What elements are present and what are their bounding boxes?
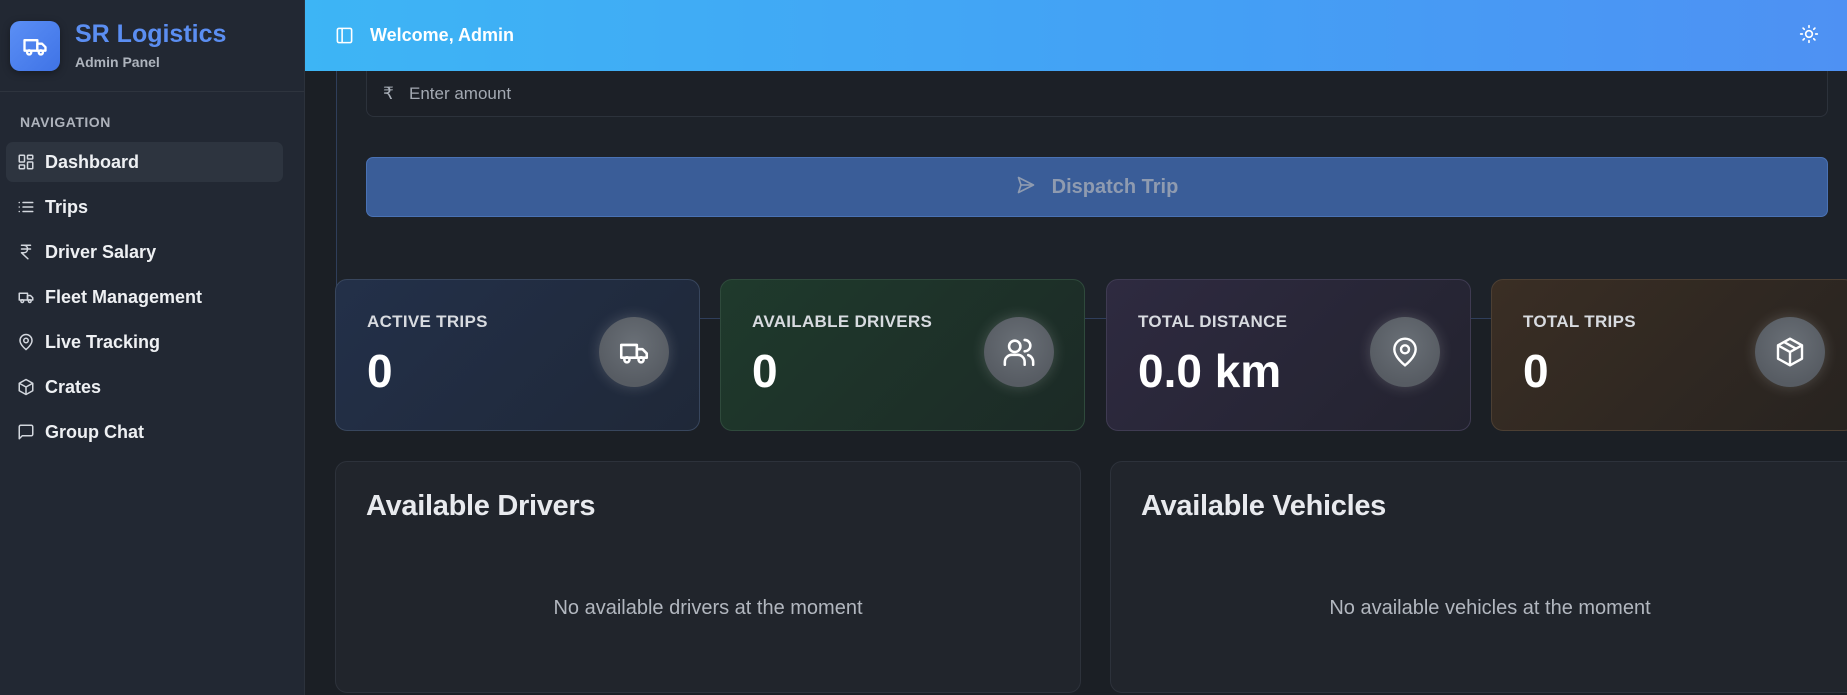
sidebar-item-label: Crates: [45, 376, 102, 397]
panel-title: Available Vehicles: [1141, 490, 1387, 522]
brand-subtitle: Admin Panel: [75, 53, 160, 70]
send-icon: [1016, 175, 1036, 200]
truck-icon: [599, 317, 669, 387]
dispatch-trip-button[interactable]: Dispatch Trip: [366, 157, 1828, 217]
sidebar-item-dashboard[interactable]: Dashboard: [6, 142, 283, 182]
map-pin-icon: [16, 332, 36, 352]
list-icon: [16, 197, 36, 217]
truck-icon: [16, 287, 36, 307]
chat-icon: [16, 422, 36, 442]
rupee-icon: [16, 242, 36, 262]
dispatch-trip-label: Dispatch Trip: [1051, 175, 1179, 198]
theme-toggle-sun-icon[interactable]: [1799, 24, 1821, 46]
sidebar-item-crates[interactable]: Crates: [6, 367, 283, 407]
empty-state-text: No available drivers at the moment: [553, 597, 863, 619]
dashboard-grid-icon: [16, 152, 36, 172]
truck-logo-icon: [10, 20, 60, 71]
map-pin-icon: [1370, 317, 1440, 387]
sidebar-item-fleet-management[interactable]: Fleet Management: [6, 277, 283, 317]
sidebar-nav: Dashboard Trips Driver Salary Fleet Mana…: [0, 142, 304, 452]
users-icon: [984, 317, 1054, 387]
package-icon: [1755, 317, 1825, 387]
brand[interactable]: SR Logistics Admin Panel: [0, 0, 304, 92]
sidebar-item-group-chat[interactable]: Group Chat: [6, 412, 283, 452]
empty-state-text: No available vehicles at the moment: [1329, 597, 1651, 619]
brand-title: SR Logistics: [75, 20, 227, 49]
top-header: Welcome, Admin: [305, 0, 1847, 71]
rupee-icon: ₹: [383, 83, 394, 103]
welcome-text: Welcome, Admin: [370, 25, 515, 45]
sidebar-item-label: Live Tracking: [45, 331, 161, 352]
sidebar-item-label: Group Chat: [45, 421, 144, 442]
sidebar: SR Logistics Admin Panel NAVIGATION Dash…: [0, 0, 305, 695]
panel-title: Available Drivers: [366, 490, 596, 522]
available-vehicles-panel: Available Vehicles No available vehicles…: [1110, 461, 1847, 693]
stat-card-total-distance: TOTAL DISTANCE 0.0 km: [1106, 279, 1471, 431]
sidebar-item-live-tracking[interactable]: Live Tracking: [6, 322, 283, 362]
stat-card-active-trips: ACTIVE TRIPS 0: [335, 279, 700, 431]
app-root: SR Logistics Admin Panel NAVIGATION Dash…: [0, 0, 1847, 695]
nav-heading: NAVIGATION: [20, 114, 111, 130]
sidebar-toggle-icon[interactable]: [333, 25, 355, 47]
sidebar-item-label: Dashboard: [45, 151, 140, 172]
available-drivers-panel: Available Drivers No available drivers a…: [335, 461, 1081, 693]
amount-field[interactable]: ₹: [366, 71, 1828, 117]
sidebar-item-label: Trips: [45, 196, 89, 217]
stat-card-available-drivers: AVAILABLE DRIVERS 0: [720, 279, 1085, 431]
package-icon: [16, 377, 36, 397]
main-content: ₹ Dispatch Trip ACTIVE TRIPS 0 AVAILABLE…: [305, 71, 1847, 695]
sidebar-item-trips[interactable]: Trips: [6, 187, 283, 227]
sidebar-item-label: Fleet Management: [45, 286, 203, 307]
amount-input[interactable]: [409, 83, 1009, 104]
stat-card-total-trips: TOTAL TRIPS 0: [1491, 279, 1847, 431]
sidebar-item-driver-salary[interactable]: Driver Salary: [6, 232, 283, 272]
sidebar-item-label: Driver Salary: [45, 241, 157, 262]
